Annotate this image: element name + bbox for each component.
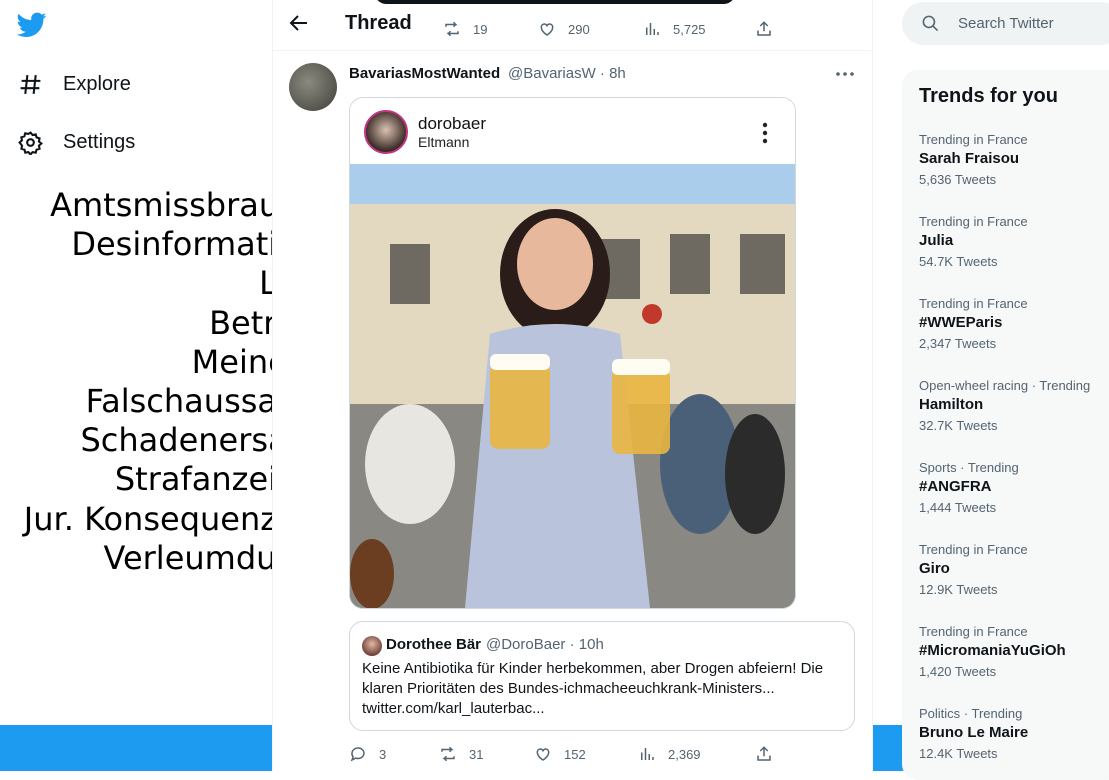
retweet-icon	[445, 21, 459, 37]
share-button[interactable]	[755, 745, 785, 763]
photo-illustration	[350, 164, 795, 608]
trend-context: Sports · Trending	[919, 460, 1019, 475]
quoted-author-handle: @DoroBaer	[486, 636, 566, 653]
trends-title: Trends for you	[919, 85, 1058, 107]
retweet-button[interactable]: 31	[439, 745, 483, 763]
trend-count: 1,444 Tweets	[919, 500, 997, 515]
trend-count: 12.4K Tweets	[919, 746, 998, 761]
trend-item[interactable]: Trending in France Giro 12.9K Tweets	[919, 542, 1109, 597]
prev-like-button[interactable]: 290	[538, 20, 590, 38]
share-icon	[757, 746, 771, 761]
trend-item[interactable]: Sports · Trending #ANGFRA 1,444 Tweets	[919, 460, 1109, 515]
nav-explore[interactable]: Explore	[18, 64, 131, 104]
trend-name: Sarah Fraisou	[919, 150, 1020, 167]
trend-name: Giro	[919, 560, 950, 577]
trend-item[interactable]: Trending in France Sarah Fraisou 5,636 T…	[919, 132, 1109, 187]
views-button[interactable]: 2,369	[638, 745, 701, 763]
search-icon	[922, 15, 939, 32]
prev-retweet-count: 19	[473, 21, 488, 37]
hashtag-icon	[20, 74, 41, 94]
photo-woman-with-beer-mugs	[350, 164, 795, 608]
trend-context: Trending in France	[919, 296, 1028, 311]
trend-context: Trending in France	[919, 542, 1028, 557]
trend-context: Trending in France	[919, 624, 1028, 639]
reply-bubble-icon	[350, 747, 365, 762]
trend-count: 32.7K Tweets	[919, 418, 998, 433]
quoted-tweet[interactable]: Dorothee Bär @DoroBaer · 10h Keine Antib…	[349, 621, 855, 731]
trend-name: Julia	[919, 232, 954, 249]
prev-share-button[interactable]	[755, 20, 785, 38]
author-avatar[interactable]	[289, 63, 337, 111]
instagram-username: dorobaer	[418, 114, 487, 133]
views-chart-icon	[646, 23, 659, 35]
trend-count: 1,420 Tweets	[919, 664, 997, 679]
page-title: Thread	[345, 12, 412, 34]
instagram-avatar	[364, 110, 408, 154]
quoted-author-name: Dorothee Bär	[386, 636, 482, 653]
trend-count: 54.7K Tweets	[919, 254, 998, 269]
heart-icon	[536, 748, 550, 761]
reply-count: 3	[379, 746, 387, 762]
prev-views-button[interactable]: 5,725	[643, 20, 706, 38]
trend-item[interactable]: Open-wheel racing · Trending Hamilton 32…	[919, 378, 1109, 433]
quoted-author-avatar	[362, 636, 382, 656]
like-count: 152	[564, 746, 586, 762]
trend-item[interactable]: Trending in France #WWEParis 2,347 Tweet…	[919, 296, 1109, 351]
nav-settings-label: Settings	[63, 130, 136, 153]
instagram-location: Eltmann	[418, 134, 470, 150]
quoted-tweet-text: Keine Antibiotika für Kinder herbekommen…	[362, 660, 824, 717]
trend-context: Trending in France	[919, 214, 1028, 229]
nav-explore-label: Explore	[63, 72, 131, 95]
search-box[interactable]: Search Twitter	[902, 2, 1109, 45]
views-count: 2,369	[668, 746, 701, 762]
trend-count: 12.9K Tweets	[919, 582, 998, 597]
tweet-time[interactable]: · 8h	[600, 65, 626, 82]
retweet-count: 31	[469, 746, 484, 762]
author-handle-time: @BavariasW · 8h	[508, 65, 626, 82]
nav-settings[interactable]: Settings	[18, 122, 135, 162]
search-input[interactable]: Search Twitter	[958, 15, 1054, 32]
back-arrow-icon[interactable]	[287, 11, 311, 35]
reply-button[interactable]: 3	[349, 745, 386, 763]
gear-icon	[18, 130, 43, 155]
views-chart-icon	[641, 748, 654, 760]
quoted-author-meta: @DoroBaer · 10h	[486, 636, 604, 653]
prev-like-count: 290	[568, 21, 590, 37]
trend-name: #ANGFRA	[919, 478, 992, 495]
author-name[interactable]: BavariasMostWanted	[349, 65, 500, 82]
instagram-more-icon	[762, 122, 768, 144]
trend-item[interactable]: Trending in France Julia 54.7K Tweets	[919, 214, 1109, 269]
trend-item[interactable]: Politics · Trending Bruno Le Maire 12.4K…	[919, 706, 1109, 761]
trends-panel: Trends for you Trending in France Sarah …	[902, 70, 1109, 780]
quoted-tweet-time: · 10h	[569, 636, 604, 653]
prev-retweet-button[interactable]: 19	[443, 20, 487, 38]
trend-count: 5,636 Tweets	[919, 172, 997, 187]
share-icon	[757, 21, 771, 36]
retweet-icon	[441, 746, 455, 762]
trend-name: Bruno Le Maire	[919, 724, 1029, 741]
author-handle[interactable]: @BavariasW	[508, 65, 596, 82]
trend-name: #WWEParis	[919, 314, 1003, 331]
prev-views-count: 5,725	[673, 21, 706, 37]
trend-item[interactable]: Trending in France #MicromaniaYuGiOh 1,4…	[919, 624, 1109, 679]
tweet-image[interactable]: dorobaer Eltmann	[349, 97, 796, 609]
trend-context: Trending in France	[919, 132, 1028, 147]
trend-context: Politics · Trending	[919, 706, 1023, 721]
twitter-logo-icon[interactable]	[17, 12, 47, 38]
more-options-icon[interactable]	[833, 64, 857, 84]
instagram-post-header: dorobaer Eltmann	[350, 98, 795, 164]
trend-count: 2,347 Tweets	[919, 336, 997, 351]
heart-icon	[540, 23, 554, 36]
trend-name: #MicromaniaYuGiOh	[919, 642, 1066, 659]
like-button[interactable]: 152	[534, 745, 586, 763]
trend-name: Hamilton	[919, 396, 984, 413]
trend-context: Open-wheel racing · Trending	[919, 378, 1091, 393]
